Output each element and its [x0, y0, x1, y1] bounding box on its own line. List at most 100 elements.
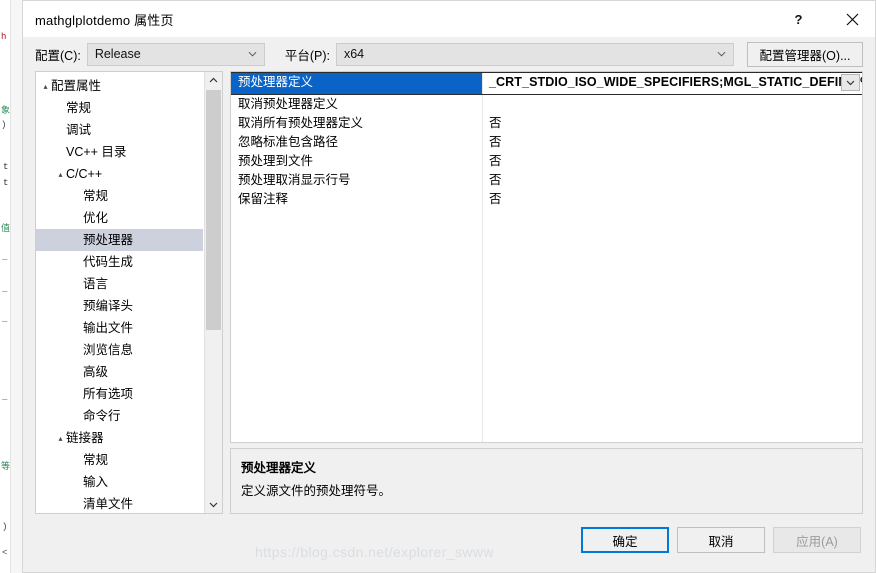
code-fragment: 象 [1, 106, 11, 116]
tree-item-label: 高级 [83, 365, 109, 379]
tree-item-label: 常规 [83, 453, 109, 467]
dialog-title: mathglplotdemo 属性页 [35, 12, 174, 28]
tree-item[interactable]: 调试 [36, 119, 203, 141]
close-button[interactable] [830, 1, 875, 37]
configuration-label: 配置(C): [35, 48, 81, 63]
property-row[interactable]: 预处理到文件 否 [231, 152, 862, 171]
tree-item[interactable]: 语言 [36, 273, 203, 295]
tree-item-label: 优化 [83, 211, 109, 225]
property-name: 取消所有预处理器定义 [238, 116, 364, 130]
tree-item[interactable]: ▴ 配置属性 [36, 75, 203, 97]
tree-item[interactable]: ▴ 链接器 [36, 427, 203, 449]
tree-item-label: 调试 [66, 123, 92, 137]
platform-value: x64 [343, 47, 365, 61]
configuration-dropdown[interactable]: Release [86, 42, 265, 66]
tree-item[interactable]: 输入 [36, 471, 203, 493]
code-fragment: ) [2, 522, 8, 532]
property-row[interactable]: 预处理器定义 _CRT_STDIO_ISO_WIDE_SPECIFIERS;MGL… [231, 72, 862, 95]
value-dropdown-button[interactable] [841, 74, 860, 91]
tree-item-label: 配置属性 [51, 79, 102, 93]
tree-item-label: C/C++ [66, 167, 103, 181]
settings-tree[interactable]: ▴ 配置属性 常规 调试 VC++ 目录 ▴ C/C++ 常规 优化 预处理器 代码生成 语言 预编译头… [36, 75, 203, 513]
tree-item-label: 代码生成 [83, 255, 134, 269]
property-value[interactable]: _CRT_STDIO_ISO_WIDE_SPECIFIERS;MGL_STATI… [482, 73, 862, 94]
property-row[interactable]: 取消所有预处理器定义 否 [231, 114, 862, 133]
platform-dropdown[interactable]: x64 [335, 42, 734, 66]
property-row[interactable]: 保留注释 否 [231, 190, 862, 209]
tree-item-label: 输入 [83, 475, 109, 489]
code-fragment: _ [2, 284, 8, 294]
chevron-down-icon [209, 502, 218, 508]
property-row[interactable]: 忽略标准包含路径 否 [231, 133, 862, 152]
tree-scroll-down-button[interactable] [205, 496, 222, 513]
tree-item-label: 清单文件 [83, 497, 134, 511]
tree-item-label: 链接器 [66, 431, 104, 445]
tree-scroll-up-button[interactable] [205, 72, 222, 89]
property-pages-dialog: mathglplotdemo 属性页 ? 配置(C): Release 平台(P… [22, 0, 876, 573]
property-value[interactable]: 否 [482, 152, 862, 171]
ok-button[interactable]: 确定 [581, 527, 669, 553]
code-fragment: t [3, 178, 9, 188]
cancel-button[interactable]: 取消 [677, 527, 765, 553]
tree-item[interactable]: 常规 [36, 185, 203, 207]
help-button[interactable]: ? [776, 1, 821, 37]
property-name: 预处理器定义 [231, 73, 482, 94]
tree-scrollbar[interactable] [204, 72, 222, 513]
property-name: 保留注释 [238, 192, 289, 206]
code-fragment: 等 [1, 462, 11, 472]
tree-item[interactable]: 命令行 [36, 405, 203, 427]
tree-item[interactable]: 所有选项 [36, 383, 203, 405]
tree-item[interactable]: 常规 [36, 97, 203, 119]
editor-gutter [10, 0, 22, 573]
tree-item[interactable]: VC++ 目录 [36, 141, 203, 163]
property-value[interactable]: 否 [482, 190, 862, 209]
property-grid[interactable]: 预处理器定义 _CRT_STDIO_ISO_WIDE_SPECIFIERS;MGL… [230, 71, 863, 443]
expander-icon[interactable]: ▴ [40, 76, 51, 98]
tree-item[interactable]: 预编译头 [36, 295, 203, 317]
tree-item[interactable]: 代码生成 [36, 251, 203, 273]
dialog-titlebar: mathglplotdemo 属性页 ? [23, 1, 875, 37]
property-value[interactable]: 否 [482, 133, 862, 152]
tree-item[interactable]: ▴ C/C++ [36, 163, 203, 185]
property-name: 忽略标准包含路径 [238, 135, 339, 149]
code-fragment: _ [2, 392, 8, 402]
tree-item[interactable]: 浏览信息 [36, 339, 203, 361]
expander-icon[interactable]: ▴ [55, 164, 66, 186]
code-fragment: _ [2, 314, 8, 324]
chevron-down-icon [846, 80, 855, 86]
tree-item-label: 浏览信息 [83, 343, 134, 357]
tree-item[interactable]: 清单文件 [36, 493, 203, 513]
property-value[interactable] [482, 95, 862, 114]
chevron-up-icon [209, 77, 218, 83]
property-value[interactable]: 否 [482, 114, 862, 133]
configuration-bar: 配置(C): Release 平台(P): x64 配置管理器(O)... [23, 37, 875, 71]
property-value[interactable]: 否 [482, 171, 862, 190]
tree-scrollbar-thumb[interactable] [206, 90, 221, 330]
tree-item-label: 常规 [83, 189, 109, 203]
tree-item[interactable]: 常规 [36, 449, 203, 471]
property-row[interactable]: 取消预处理器定义 [231, 95, 862, 114]
tree-item[interactable]: 高级 [36, 361, 203, 383]
apply-button: 应用(A) [773, 527, 861, 553]
settings-tree-panel: ▴ 配置属性 常规 调试 VC++ 目录 ▴ C/C++ 常规 优化 预处理器 代码生成 语言 预编译头… [35, 71, 223, 514]
description-title: 预处理器定义 [241, 461, 317, 475]
tree-item[interactable]: 预处理器 [36, 229, 203, 251]
tree-item[interactable]: 优化 [36, 207, 203, 229]
description-body: 定义源文件的预处理符号。 [241, 484, 392, 498]
property-rows: 预处理器定义 _CRT_STDIO_ISO_WIDE_SPECIFIERS;MGL… [231, 72, 862, 209]
code-fragment: 值 [1, 224, 11, 234]
property-row[interactable]: 预处理取消显示行号 否 [231, 171, 862, 190]
chevron-down-icon [717, 51, 726, 57]
tree-item-label: 预编译头 [83, 299, 134, 313]
code-fragment: h [1, 32, 7, 42]
expander-icon[interactable]: ▴ [55, 428, 66, 450]
property-name: 预处理到文件 [238, 154, 314, 168]
property-name: 取消预处理器定义 [238, 97, 339, 111]
tree-item[interactable]: 输出文件 [36, 317, 203, 339]
tree-item-label: 语言 [83, 277, 109, 291]
tree-item-label: 预处理器 [83, 233, 134, 247]
close-icon [846, 13, 859, 25]
right-column: 预处理器定义 _CRT_STDIO_ISO_WIDE_SPECIFIERS;MGL… [230, 71, 863, 514]
configuration-manager-button[interactable]: 配置管理器(O)... [747, 41, 863, 67]
tree-item-label: 命令行 [83, 409, 121, 423]
